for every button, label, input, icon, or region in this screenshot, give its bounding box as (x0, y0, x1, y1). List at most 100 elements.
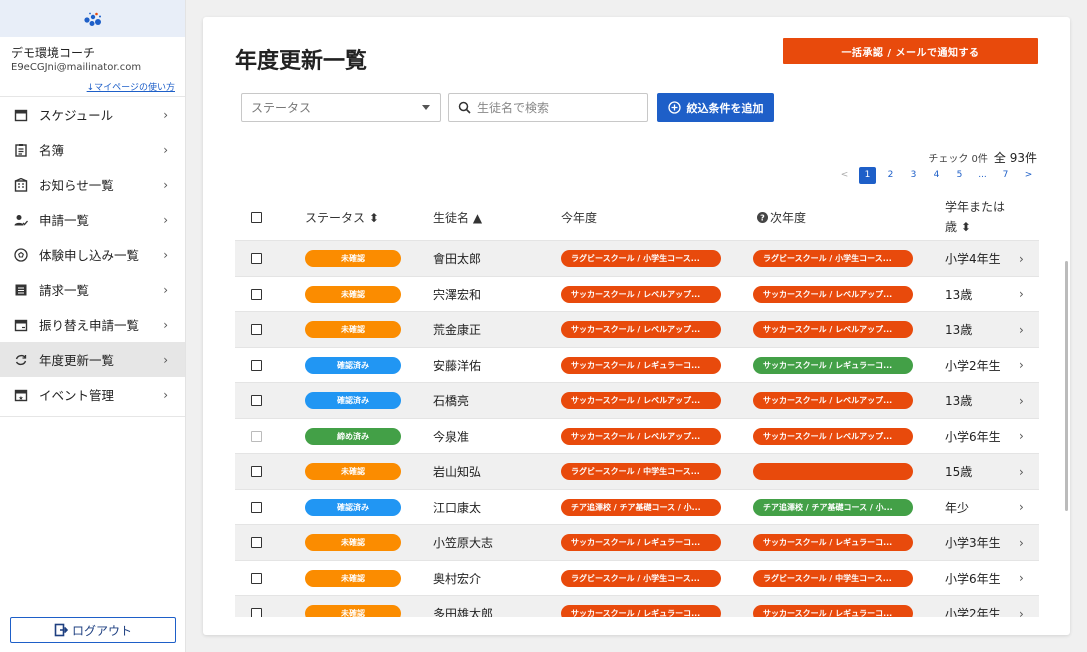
column-status[interactable]: ステータス ⬍ (305, 193, 379, 241)
search-box[interactable] (448, 93, 648, 122)
column-grade[interactable]: 学年または 歳 ⬍ (945, 193, 1005, 241)
sidebar-item-label: イベント管理 (39, 388, 115, 403)
main-card: 年度更新一覧 一括承認 / メールで通知する ステータス 絞込条件を追加 チェッ… (203, 17, 1070, 635)
chevron-right-icon[interactable]: › (1019, 465, 1024, 479)
status-select-placeholder: ステータス (251, 101, 312, 115)
table-row[interactable]: 未確認 荒金康正 サッカースクール / レベルアップ... サッカースクール / レベ… (235, 312, 1039, 348)
column-name[interactable]: 生徒名 ▲ (433, 193, 482, 241)
student-name: 江口康太 (433, 500, 482, 515)
student-name: 宍澤宏和 (433, 287, 482, 302)
table-row[interactable]: 未確認 小笠原大志 サッカースクール / レギュラーコ... サッカースクール / レ… (235, 525, 1039, 561)
row-detail-cell: › (1019, 312, 1024, 347)
table-row[interactable]: 未確認 多田雄太郎 サッカースクール / レギュラーコ... サッカースクール / レ… (235, 596, 1039, 617)
pagination-page[interactable]: 4 (928, 167, 945, 184)
chevron-right-icon[interactable]: › (1019, 536, 1024, 550)
table-row[interactable]: 未確認 奥村宏介 ラグビースクール / 小学生コース... ラグビースクール / 中学… (235, 561, 1039, 596)
table-row[interactable]: 確認済み 安藤洋佑 サッカースクール / レギュラーコ... サッカースクール / レ… (235, 348, 1039, 383)
row-checkbox[interactable] (251, 288, 262, 300)
student-name: 奥村宏介 (433, 571, 482, 586)
chevron-right-icon[interactable]: › (1019, 607, 1024, 618)
chevron-right-icon[interactable]: › (1019, 394, 1024, 408)
table-body: 未確認 會田太郎 ラグビースクール / 小学生コース... ラグビースクール / 小学… (235, 241, 1039, 617)
row-checkbox[interactable] (251, 430, 262, 442)
person-check-icon (13, 212, 29, 228)
add-filter-button[interactable]: 絞込条件を追加 (657, 93, 774, 122)
chevron-right-icon[interactable]: › (1019, 571, 1024, 585)
row-checkbox[interactable] (251, 501, 262, 513)
this-year-course: ラグビースクール / 中学生コース... (561, 463, 721, 480)
search-input[interactable] (477, 100, 637, 115)
this-year-cell: ラグビースクール / 小学生コース... (561, 241, 721, 276)
pagination-page[interactable]: 1 (859, 167, 876, 184)
pagination-page[interactable]: 7 (997, 167, 1014, 184)
row-detail-cell: › (1019, 277, 1024, 312)
select-all-checkbox[interactable] (251, 211, 262, 223)
pagination-prev[interactable]: < (836, 167, 853, 184)
sidebar-item-soccer-ball[interactable]: 体験申し込み一覧 › (0, 237, 185, 272)
grade: 15歳 (945, 465, 973, 479)
chevron-right-icon[interactable]: › (1019, 252, 1024, 266)
table-row[interactable]: 確認済み 江口康太 チア追澤校 / チア基礎コース / 小... チア追澤校 / チア… (235, 490, 1039, 525)
status-badge: 未確認 (305, 569, 401, 587)
sidebar-item-refresh[interactable]: 年度更新一覧 › (0, 342, 185, 377)
this-year-course: サッカースクール / レギュラーコ... (561, 356, 721, 374)
row-checkbox[interactable] (251, 395, 262, 406)
sidebar-item-label: 名簿 (39, 143, 65, 158)
row-checkbox[interactable] (251, 466, 262, 477)
sidebar-item-person-check[interactable]: 申請一覧 › (0, 202, 185, 237)
row-checkbox[interactable] (251, 572, 262, 584)
scrollbar[interactable] (1065, 261, 1068, 511)
this-year-cell: サッカースクール / レベルアップ... (561, 419, 721, 454)
row-select-cell (251, 561, 262, 596)
row-checkbox[interactable] (251, 608, 262, 617)
status-select[interactable]: ステータス (241, 93, 441, 122)
next-year-course: サッカースクール / レギュラーコ... (753, 356, 913, 374)
sidebar-item-list[interactable]: 請求一覧 › (0, 272, 185, 307)
table-row[interactable]: 未確認 岩山知弘 ラグビースクール / 中学生コース... 15歳 › (235, 454, 1039, 490)
row-checkbox[interactable] (251, 324, 262, 335)
mypage-guide-link[interactable]: ↓マイページの使い方 (11, 80, 175, 93)
this-year-cell: ラグビースクール / 中学生コース... (561, 454, 721, 489)
this-year-cell: サッカースクール / レベルアップ... (561, 383, 721, 418)
table-row[interactable]: 締め済み 今泉准 サッカースクール / レベルアップ... サッカースクール / レベ… (235, 419, 1039, 454)
grade: 小学6年生 (945, 429, 1001, 444)
pagination-page[interactable]: 3 (905, 167, 922, 184)
chevron-right-icon[interactable]: › (1019, 323, 1024, 337)
grade: 13歳 (945, 287, 973, 302)
next-year-course: サッカースクール / レベルアップ... (753, 285, 913, 303)
calendar-swap-icon (13, 317, 29, 333)
table-row[interactable]: 未確認 宍澤宏和 サッカースクール / レベルアップ... サッカースクール / レベ… (235, 277, 1039, 312)
next-year-course: サッカースクール / レギュラーコ... (753, 534, 913, 551)
student-name: 石橋亮 (433, 394, 470, 408)
next-year-cell: サッカースクール / レギュラーコ... (753, 525, 913, 560)
table-row[interactable]: 確認済み 石橋亮 サッカースクール / レベルアップ... サッカースクール / レベ… (235, 383, 1039, 419)
row-checkbox[interactable] (251, 253, 262, 264)
pagination-page[interactable]: 5 (951, 167, 968, 184)
this-year-cell: サッカースクール / レベルアップ... (561, 312, 721, 347)
row-detail-cell: › (1019, 561, 1024, 596)
row-checkbox[interactable] (251, 359, 262, 371)
help-circle-icon[interactable]: ? (757, 211, 768, 223)
sidebar-item-building[interactable]: お知らせ一覧 › (0, 167, 185, 202)
sidebar-item-calendar-swap[interactable]: 振り替え申請一覧 › (0, 307, 185, 342)
pagination-page[interactable]: 2 (882, 167, 899, 184)
this-year-cell: サッカースクール / レギュラーコ... (561, 348, 721, 383)
table-row[interactable]: 未確認 會田太郎 ラグビースクール / 小学生コース... ラグビースクール / 小学… (235, 241, 1039, 277)
sidebar-item-clipboard[interactable]: 名簿 › (0, 132, 185, 167)
pagination-next[interactable]: > (1020, 167, 1037, 184)
bulk-approve-button[interactable]: 一括承認 / メールで通知する (783, 38, 1038, 64)
chevron-right-icon[interactable]: › (1019, 429, 1024, 443)
status-badge: 確認済み (305, 356, 401, 374)
chevron-right-icon[interactable]: › (1019, 500, 1024, 514)
sidebar-item-label: 体験申し込み一覧 (39, 248, 140, 263)
chevron-right-icon: › (163, 107, 168, 122)
sidebar-item-calendar[interactable]: スケジュール › (0, 97, 185, 132)
chevron-right-icon[interactable]: › (1019, 287, 1024, 301)
row-checkbox[interactable] (251, 537, 262, 548)
dots-logo-icon[interactable] (82, 11, 104, 27)
logout-button[interactable]: ログアウト (10, 617, 176, 643)
status-badge: 未確認 (305, 250, 401, 267)
sidebar-item-calendar-star[interactable]: ★ イベント管理 › (0, 377, 185, 412)
chevron-right-icon[interactable]: › (1019, 358, 1024, 372)
chevron-right-icon: › (163, 352, 168, 367)
